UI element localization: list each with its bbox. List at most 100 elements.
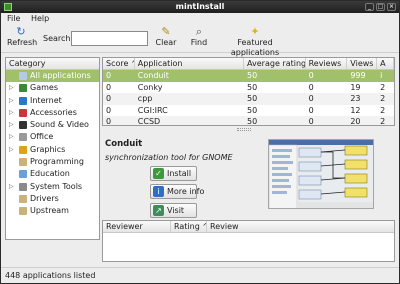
category-icon (19, 182, 27, 191)
star-icon: ✦ (250, 25, 260, 38)
cell-name: Conky (137, 82, 163, 92)
category-icon (19, 133, 27, 142)
cell-a: 2 (380, 94, 386, 103)
toolbar: ↻ Refresh Search: ✎ Clear ⌕ Find ✦ Featu… (1, 25, 399, 57)
clear-button[interactable]: ✎ Clear (155, 26, 177, 48)
window-title: mintInstall (175, 2, 225, 11)
expander-icon[interactable]: ▷ (9, 181, 14, 193)
expander-icon[interactable]: ▷ (9, 131, 14, 143)
expander-icon[interactable]: ▷ (9, 82, 14, 94)
category-item[interactable]: ▷ Graphics (6, 144, 99, 156)
category-label: Graphics (30, 144, 66, 154)
cell-views: 19 (350, 82, 361, 92)
col-rating[interactable]: Rating ^ (171, 221, 207, 232)
col-review[interactable]: Review (207, 221, 394, 232)
cell-score: 0 (106, 94, 112, 103)
status-bar: 448 applications listed (1, 267, 399, 283)
featured-label: Featured applications (230, 38, 280, 57)
app-detail-panel: Conduit synchronization tool for GNOME ✓… (102, 133, 395, 218)
category-item[interactable]: All applications (6, 70, 99, 83)
cell-a: 2 (380, 82, 386, 92)
cell-score: 0 (106, 71, 112, 80)
minimize-icon[interactable]: _ (365, 3, 374, 11)
category-item[interactable]: Programming (6, 156, 99, 168)
category-item[interactable]: ▷ Games (6, 82, 99, 94)
close-icon[interactable]: × (387, 3, 396, 11)
col-score[interactable]: Score ^ (103, 58, 135, 69)
category-item[interactable]: ▷ Sound & Video (6, 119, 99, 131)
category-label: Office (30, 132, 54, 142)
install-button[interactable]: ✓ Install (150, 166, 197, 181)
refresh-button[interactable]: ↻ Refresh (7, 26, 38, 48)
category-item[interactable]: ▷ Internet (6, 95, 99, 107)
category-label: Games (30, 83, 58, 93)
cell-name: Conduit (137, 71, 169, 80)
cell-name: CCSD (137, 117, 161, 126)
category-item[interactable]: Drivers (6, 193, 99, 205)
category-item[interactable]: ▷ Accessories (6, 107, 99, 119)
maximize-icon[interactable]: □ (376, 3, 385, 11)
table-row[interactable]: 0 cpp 50 0 23 2 (103, 93, 394, 105)
main-window: mintInstall _ □ × File Help ↻ Refresh Se… (0, 0, 400, 284)
category-item[interactable]: Education (6, 168, 99, 180)
cell-a: 2 (380, 117, 386, 126)
search-input[interactable] (71, 31, 148, 46)
featured-button[interactable]: ✦ Featured applications (217, 26, 293, 58)
find-button[interactable]: ⌕ Find (189, 26, 209, 48)
col-views[interactable]: Views (347, 58, 378, 69)
cell-rating: 50 (247, 117, 258, 126)
title-bar: mintInstall _ □ × (1, 1, 399, 13)
expander-icon[interactable]: ▷ (9, 107, 14, 119)
expander-icon[interactable]: ▷ (9, 119, 14, 131)
category-label: Internet (30, 95, 62, 105)
find-icon: ⌕ (195, 25, 203, 38)
col-reviews[interactable]: Reviews (306, 58, 348, 69)
category-item[interactable]: ▷ System Tools (6, 181, 99, 193)
category-label: Drivers (30, 193, 59, 203)
cell-a: 2 (380, 105, 386, 115)
table-row[interactable]: 0 CCSD 50 0 20 2 (103, 116, 394, 126)
category-icon (19, 84, 27, 93)
application-table: Score ^ Application Average rating Reviews V… (102, 57, 395, 126)
more-info-button[interactable]: i More info (150, 184, 204, 199)
col-rating[interactable]: Average rating (244, 58, 306, 69)
expander-icon[interactable]: ▷ (9, 95, 14, 107)
category-icon (19, 145, 27, 154)
category-label: Programming (30, 157, 84, 167)
cell-rating: 50 (247, 82, 258, 92)
col-application[interactable]: Application (135, 58, 245, 69)
category-icon (19, 121, 27, 130)
table-row[interactable]: 0 Conky 50 0 19 2 (103, 82, 394, 94)
category-icon (19, 207, 27, 216)
find-label: Find (190, 38, 208, 47)
cell-rating: 50 (247, 105, 258, 115)
category-item[interactable]: Upstream (6, 205, 99, 217)
visit-button[interactable]: ↗ Visit (150, 203, 197, 218)
table-row[interactable]: 0 CGI:IRC 50 0 12 2 (103, 105, 394, 117)
broom-icon: ✎ (161, 25, 171, 38)
category-header[interactable]: Category (6, 58, 99, 70)
col-a[interactable]: A (377, 58, 394, 69)
category-item[interactable]: ▷ Office (6, 131, 99, 143)
table-row[interactable]: 0 Conduit 50 0 999 i (103, 70, 394, 82)
category-list: Category All applications ▷ Games ▷ Internet… (5, 57, 100, 240)
app-screenshot[interactable] (268, 139, 374, 209)
table-header: Score ^ Application Average rating Reviews V… (103, 58, 394, 70)
pane-grip[interactable] (237, 128, 251, 131)
category-label: Accessories (30, 107, 77, 117)
expander-icon[interactable]: ▷ (9, 144, 14, 156)
category-label: System Tools (30, 181, 83, 191)
cell-reviews: 0 (308, 117, 314, 126)
menu-help[interactable]: Help (31, 14, 49, 23)
category-label: Upstream (30, 206, 69, 216)
category-icon (19, 96, 27, 105)
refresh-label: Refresh (7, 38, 38, 47)
cell-views: 23 (350, 94, 361, 103)
app-description: synchronization tool for GNOME (105, 153, 233, 162)
col-reviewer[interactable]: Reviewer (103, 221, 171, 232)
category-icon (19, 158, 27, 167)
web-icon: ↗ (153, 205, 164, 216)
menu-file[interactable]: File (7, 14, 20, 23)
cell-reviews: 0 (308, 82, 314, 92)
category-icon (19, 170, 27, 179)
